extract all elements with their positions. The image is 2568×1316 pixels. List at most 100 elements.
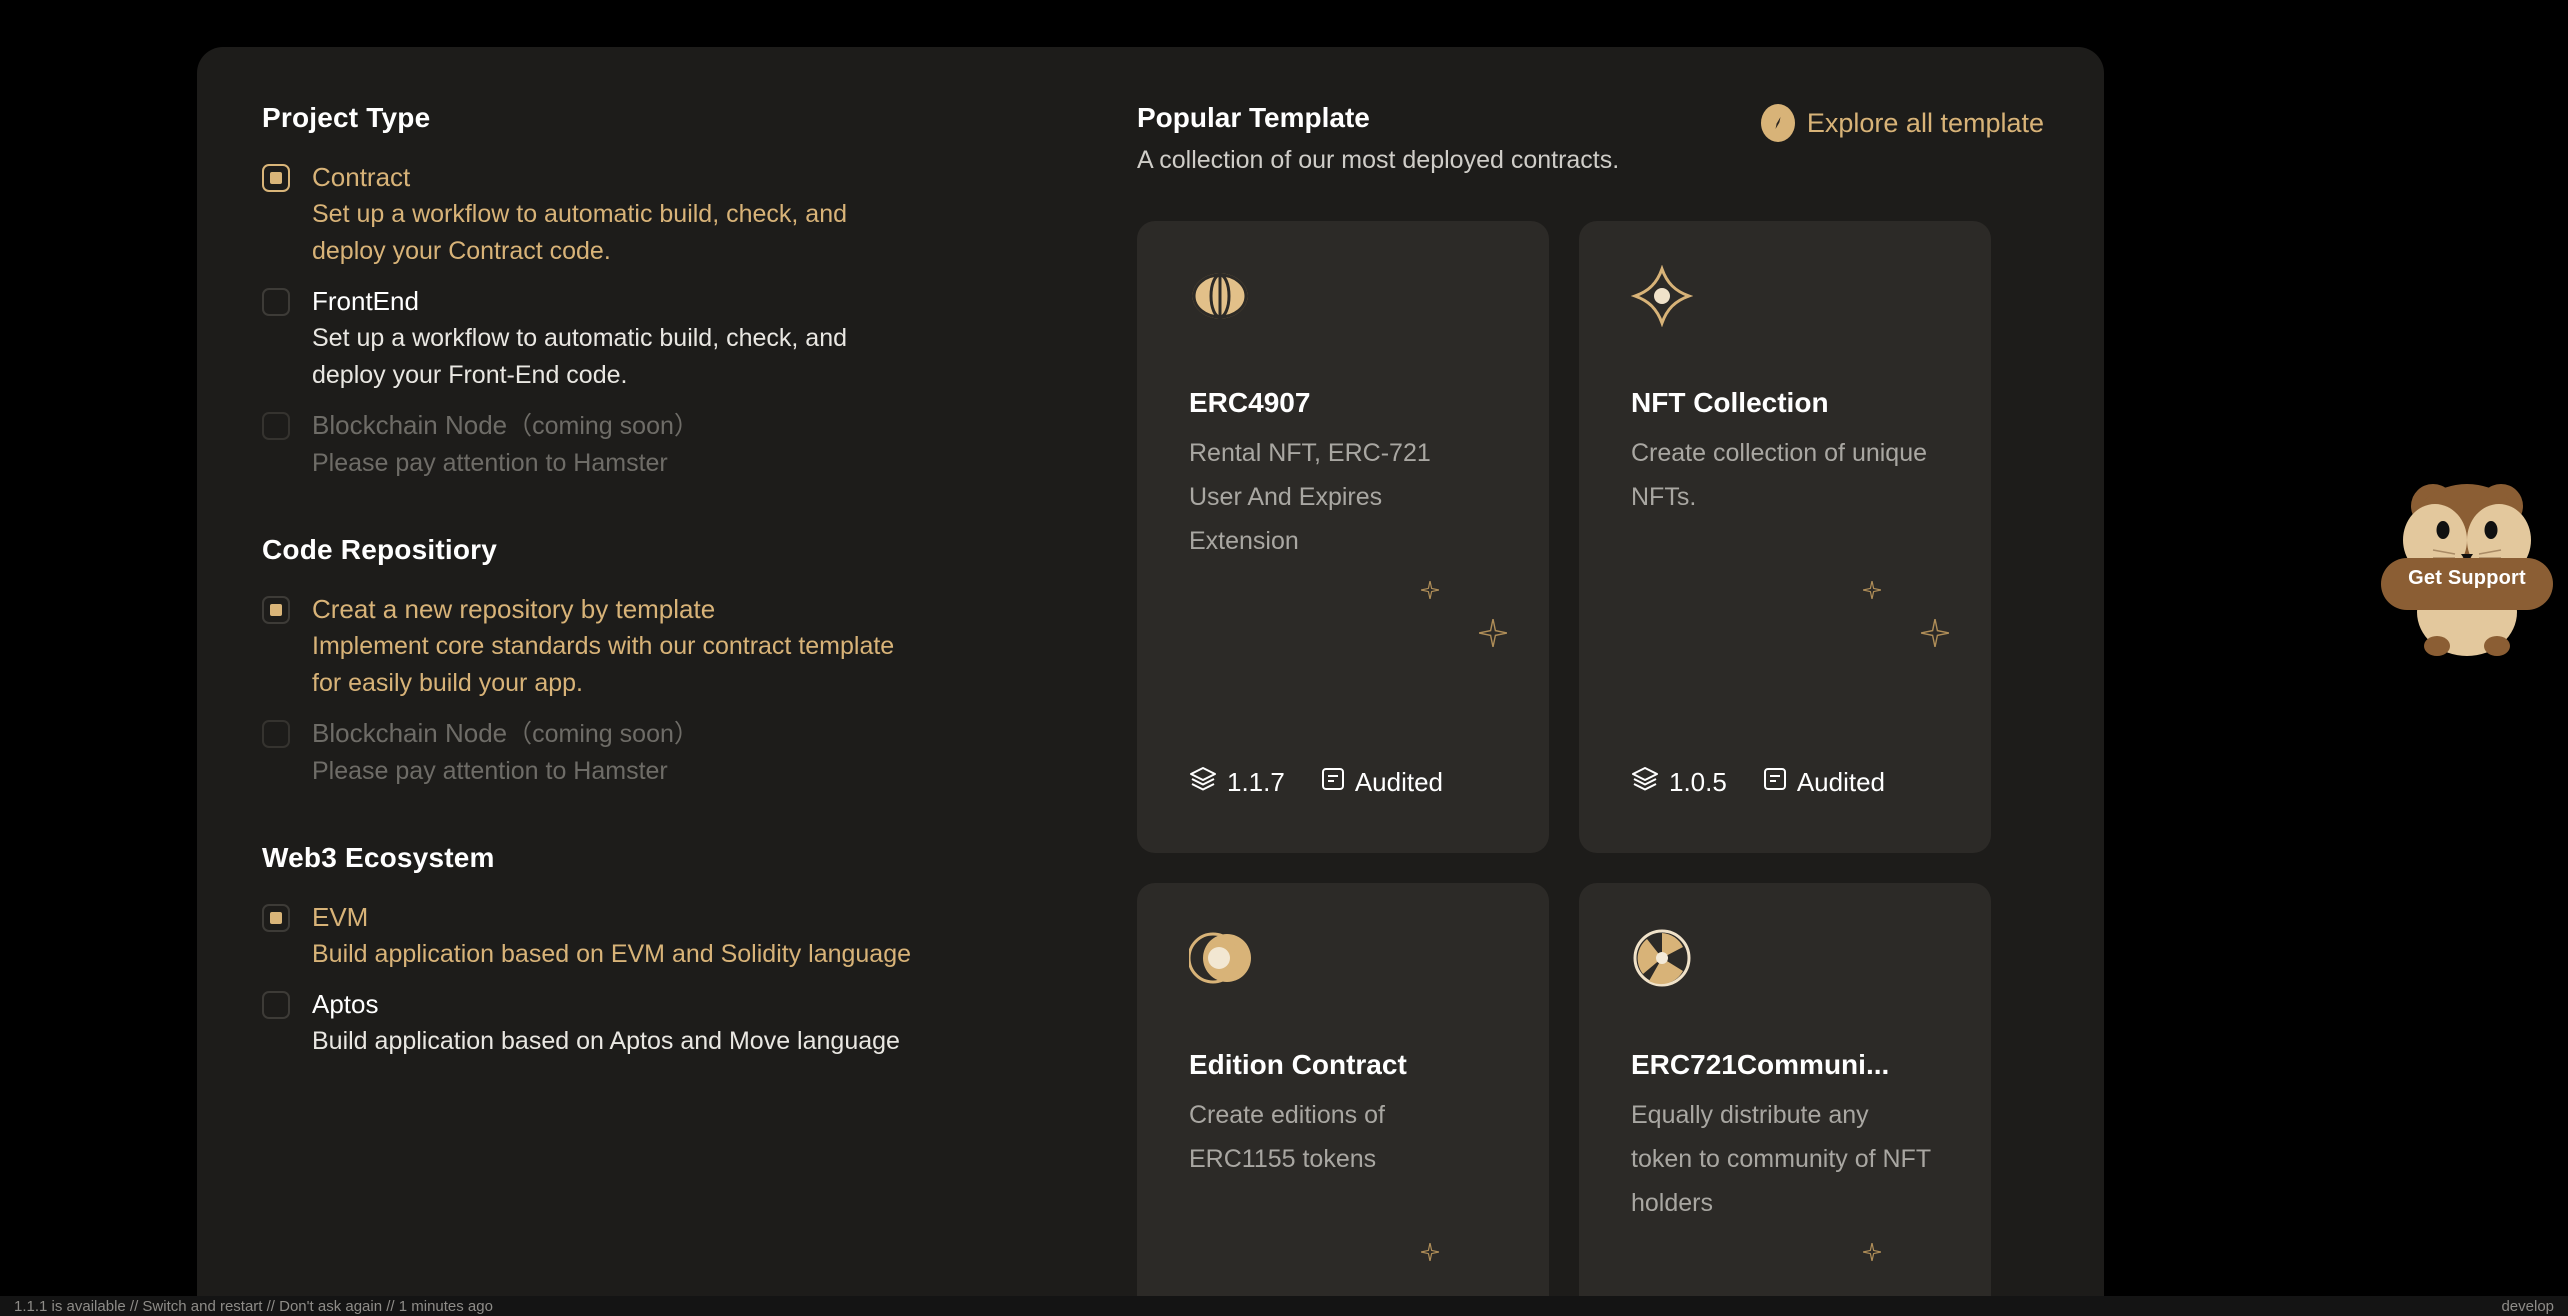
checkbox-evm[interactable] <box>262 904 290 932</box>
option-new-repository-description: Implement core standards with our contra… <box>312 632 895 697</box>
blockchain-node-repo-note: （coming soon） <box>507 720 699 748</box>
template-audit: Audited <box>1321 766 1443 799</box>
option-aptos-label: Aptos <box>312 989 379 1019</box>
code-repository-heading: Code Repositiory <box>262 534 498 565</box>
template-name: ERC721Communi... <box>1631 1049 1890 1080</box>
document-icon <box>1763 766 1787 799</box>
template-audit-label: Audited <box>1354 767 1444 797</box>
template-version-label: 1.0.5 <box>1669 767 1727 797</box>
option-blockchain-node-type-description: Please pay attention to Hamster <box>312 449 668 477</box>
option-new-repository-label: Creat a new repository by template <box>312 594 716 624</box>
sparkle-icon-small <box>1420 1242 1440 1266</box>
template-card-grid: ERC4907 Rental NFT, ERC-721 User And Exp… <box>1137 221 2044 1316</box>
option-aptos-description: Build application based on Aptos and Mov… <box>312 1027 900 1055</box>
option-new-repository-body: Creat a new repository by template Imple… <box>312 592 922 702</box>
section-web3-ecosystem: Web3 Ecosystem EVM Build application bas… <box>262 842 1117 1060</box>
template-description: Create collection of unique NFTs. <box>1631 439 1928 511</box>
option-frontend-label: FrontEnd <box>312 286 419 316</box>
web3-ecosystem-heading: Web3 Ecosystem <box>262 842 495 873</box>
checkbox-frontend[interactable] <box>262 288 290 316</box>
layers-icon <box>1189 766 1217 799</box>
template-version-label: 1.1.7 <box>1227 767 1285 797</box>
panel-columns: Project Type Contract Set up a workflow … <box>197 47 2104 1316</box>
option-blockchain-node-repo-label: Blockchain Node（coming soon） <box>312 716 699 751</box>
pinwheel-icon <box>1631 927 1945 997</box>
template-meta: 1.0.5 Audited <box>1631 766 1885 799</box>
option-blockchain-node-type: Blockchain Node（coming soon） Please pay … <box>262 408 1117 482</box>
template-name: NFT Collection <box>1631 387 1829 418</box>
compass-icon <box>1760 104 1795 142</box>
templates-column: Popular Template A collection of our mos… <box>1117 47 2104 1316</box>
sparkle-icon-large <box>1478 618 1508 652</box>
blockchain-node-type-name: Blockchain Node <box>312 410 508 440</box>
option-blockchain-node-type-body: Blockchain Node（coming soon） Please pay … <box>312 408 699 482</box>
option-evm-body: EVM Build application based on EVM and S… <box>312 900 911 973</box>
status-bar-branch: develop <box>2501 1297 2554 1315</box>
setup-panel: Project Type Contract Set up a workflow … <box>197 47 2104 1316</box>
option-frontend-body: FrontEnd Set up a workflow to automatic … <box>312 284 922 394</box>
option-evm-description: Build application based on EVM and Solid… <box>312 940 912 968</box>
template-meta: 1.1.7 Audited <box>1189 766 1443 799</box>
sparkle-icon-small <box>1420 580 1440 604</box>
option-aptos-body: Aptos Build application based on Aptos a… <box>312 987 900 1060</box>
template-name: ERC4907 <box>1189 387 1311 418</box>
template-audit-label: Audited <box>1796 767 1886 797</box>
template-card[interactable]: Edition Contract Create editions of ERC1… <box>1137 883 1549 1316</box>
layers-icon <box>1631 766 1659 799</box>
explore-all-template-label: Explore all template <box>1806 107 2044 138</box>
option-contract-label: Contract <box>312 162 411 192</box>
sparkle-icon-small <box>1862 580 1882 604</box>
templates-header: Popular Template A collection of our mos… <box>1137 102 2044 175</box>
template-version: 1.1.7 <box>1189 766 1285 799</box>
configuration-column: Project Type Contract Set up a workflow … <box>197 47 1117 1316</box>
checkbox-contract[interactable] <box>262 164 290 192</box>
template-description: Create editions of ERC1155 tokens <box>1189 1101 1385 1173</box>
blockchain-node-type-note: （coming soon） <box>507 412 699 440</box>
blockchain-node-repo-name: Blockchain Node <box>312 718 508 748</box>
template-description: Equally distribute any token to communit… <box>1631 1101 1931 1217</box>
document-icon <box>1321 766 1345 799</box>
globe-icon <box>1189 265 1503 335</box>
app-root: Project Type Contract Set up a workflow … <box>0 0 2568 1316</box>
template-card[interactable]: ERC721Communi... Equally distribute any … <box>1579 883 1991 1316</box>
template-name: Edition Contract <box>1189 1049 1407 1080</box>
popular-template-subtitle: A collection of our most deployed contra… <box>1137 146 1620 174</box>
option-blockchain-node-type-label: Blockchain Node（coming soon） <box>312 408 699 443</box>
option-evm[interactable]: EVM Build application based on EVM and S… <box>262 900 1117 973</box>
checkbox-blockchain-node-type <box>262 412 290 440</box>
option-contract-description: Set up a workflow to automatic build, ch… <box>312 200 848 265</box>
explore-all-template-link[interactable]: Explore all template <box>1760 104 2044 142</box>
sparkle-icon-large <box>1920 618 1950 652</box>
overlapping-circles-icon <box>1187 927 1503 997</box>
get-support-label: Get Support <box>2408 567 2526 589</box>
checkbox-blockchain-node-repo <box>262 720 290 748</box>
template-card[interactable]: ERC4907 Rental NFT, ERC-721 User And Exp… <box>1137 221 1549 853</box>
sparkle-icon-small <box>1862 1242 1882 1266</box>
checkbox-new-repository[interactable] <box>262 596 290 624</box>
option-contract[interactable]: Contract Set up a workflow to automatic … <box>262 160 1117 270</box>
get-support-widget[interactable]: Get Support <box>2377 462 2557 662</box>
option-evm-label: EVM <box>312 902 369 932</box>
option-frontend[interactable]: FrontEnd Set up a workflow to automatic … <box>262 284 1117 394</box>
templates-header-text: Popular Template A collection of our mos… <box>1137 102 1619 175</box>
hamster-mascot-icon <box>2381 484 2553 656</box>
option-blockchain-node-repo-body: Blockchain Node（coming soon） Please pay … <box>312 716 699 790</box>
template-description: Rental NFT, ERC-721 User And Expires Ext… <box>1189 439 1431 555</box>
option-frontend-description: Set up a workflow to automatic build, ch… <box>312 324 848 389</box>
template-version: 1.0.5 <box>1631 766 1727 799</box>
option-contract-body: Contract Set up a workflow to automatic … <box>312 160 922 270</box>
status-bar-update-message[interactable]: 1.1.1 is available // Switch and restart… <box>14 1298 493 1315</box>
section-code-repository: Code Repositiory Creat a new repository … <box>262 534 1117 790</box>
project-type-heading: Project Type <box>262 102 431 133</box>
section-project-type: Project Type Contract Set up a workflow … <box>262 102 1117 482</box>
option-blockchain-node-repo-description: Please pay attention to Hamster <box>312 757 668 785</box>
template-audit: Audited <box>1763 766 1885 799</box>
compass-star-icon <box>1630 264 1945 335</box>
template-card[interactable]: NFT Collection Create collection of uniq… <box>1579 221 1991 853</box>
status-bar: 1.1.1 is available // Switch and restart… <box>0 1296 2568 1316</box>
option-aptos[interactable]: Aptos Build application based on Aptos a… <box>262 987 1117 1060</box>
option-new-repository[interactable]: Creat a new repository by template Imple… <box>262 592 1117 702</box>
option-blockchain-node-repo: Blockchain Node（coming soon） Please pay … <box>262 716 1117 790</box>
checkbox-aptos[interactable] <box>262 991 290 1019</box>
popular-template-heading: Popular Template <box>1137 102 1370 133</box>
